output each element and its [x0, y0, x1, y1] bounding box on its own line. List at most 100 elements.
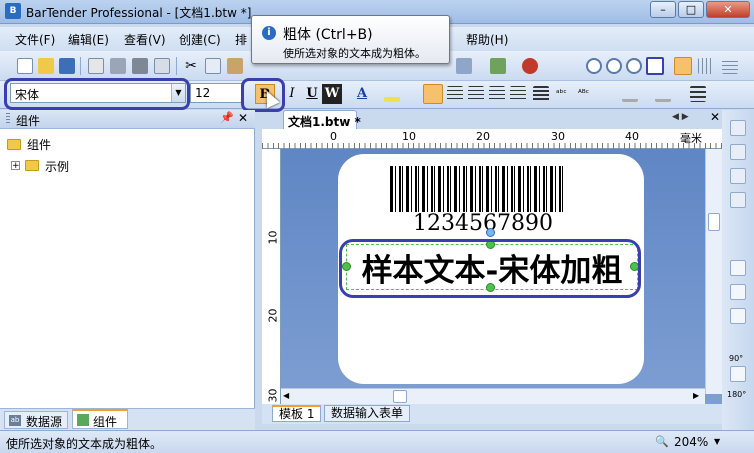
pin-icon[interactable]: 📌: [220, 111, 234, 124]
text-format-icon[interactable]: [533, 86, 549, 102]
align-left-active-icon[interactable]: [423, 84, 443, 104]
document-close-icon[interactable]: ✕: [710, 110, 720, 124]
line-style-icon[interactable]: [690, 86, 706, 102]
ruler-label: 20: [476, 130, 490, 143]
rotate-handle[interactable]: [486, 228, 495, 237]
tree-root-label[interactable]: 组件: [27, 136, 51, 153]
bring-front-icon[interactable]: [730, 260, 746, 276]
abc-case-icon[interactable]: ᵃᵇᶜ: [556, 86, 572, 102]
save-icon[interactable]: [59, 58, 75, 74]
snap-grid-icon[interactable]: [698, 58, 714, 74]
horizontal-ruler: 0 10 20 30 40 毫米: [262, 129, 722, 149]
fit-page-icon[interactable]: [646, 57, 664, 75]
align-centers-icon[interactable]: [730, 144, 746, 160]
tab-data-entry-form[interactable]: 数据输入表单: [324, 405, 411, 422]
scroll-right-icon[interactable]: ▶: [693, 391, 699, 400]
maximize-button[interactable]: □: [678, 1, 704, 18]
align-left-edges-icon[interactable]: [730, 120, 746, 136]
fill-color-icon[interactable]: [655, 86, 671, 102]
document-tab[interactable]: 文档1.btw *: [283, 110, 361, 129]
ruler-label: 0: [330, 130, 337, 143]
zoom-icon[interactable]: 🔍: [655, 435, 669, 448]
zoom-dropdown-icon[interactable]: ▼: [714, 437, 720, 446]
menu-arrange[interactable]: 排: [235, 31, 247, 48]
copy-icon[interactable]: [205, 58, 221, 74]
ruler-grid-icon[interactable]: [722, 58, 738, 74]
cut-icon[interactable]: ✂: [183, 58, 199, 74]
menu-view[interactable]: 查看(V): [124, 31, 166, 48]
show-grid-icon[interactable]: [674, 57, 692, 75]
align-center-icon[interactable]: [468, 86, 484, 102]
open-folder-icon[interactable]: [38, 58, 54, 74]
menu-create[interactable]: 创建(C): [179, 31, 221, 48]
align-right-edges-icon[interactable]: [730, 168, 746, 184]
paste-icon[interactable]: [227, 58, 243, 74]
panel-close-icon[interactable]: ✕: [238, 111, 248, 125]
rfid-icon[interactable]: [522, 58, 538, 74]
wordart-button[interactable]: W: [322, 84, 342, 104]
ruler-unit: 毫米: [680, 132, 702, 145]
send-back-icon[interactable]: [730, 284, 746, 300]
hscroll-thumb[interactable]: [393, 390, 407, 403]
document-bottom-tabs: 模板 1 数据输入表单: [262, 404, 722, 424]
underline-button[interactable]: U: [302, 84, 322, 104]
font-color-button[interactable]: A: [352, 84, 372, 104]
component-panel: 组件 📌 ✕ 组件 + 示例 ab 数据源 组件: [0, 110, 255, 430]
tab-components[interactable]: 组件: [72, 409, 128, 429]
rotate-90-icon[interactable]: [730, 366, 746, 382]
new-document-icon[interactable]: [17, 58, 33, 74]
ruler-label: 10: [402, 130, 416, 143]
zoom-out-icon[interactable]: [606, 58, 622, 74]
right-toolbar: 90° 180°: [722, 110, 754, 430]
align-right-icon[interactable]: [489, 86, 505, 102]
italic-button[interactable]: I: [282, 84, 302, 104]
menu-help[interactable]: 帮助(H): [466, 31, 508, 48]
datasource-icon: ab: [9, 415, 21, 426]
font-name-highlight: [4, 78, 190, 110]
barcode[interactable]: [390, 166, 564, 212]
font-size-select[interactable]: 12: [190, 83, 244, 103]
print-preview-icon[interactable]: [154, 58, 170, 74]
abc-direction-icon[interactable]: ᴬᴮᶜ: [578, 86, 594, 102]
highlight-color-icon[interactable]: [384, 86, 400, 102]
rotate-180-label[interactable]: 180°: [727, 390, 746, 399]
expand-icon[interactable]: +: [11, 161, 20, 171]
vscroll-thumb[interactable]: [708, 213, 720, 231]
print-icon[interactable]: [132, 58, 148, 74]
line-color-icon[interactable]: [622, 86, 638, 102]
menu-file[interactable]: 文件(F): [15, 31, 55, 48]
zoom-level[interactable]: 204%: [674, 435, 708, 449]
tooltip-title: 粗体 (Ctrl+B): [283, 27, 373, 43]
tooltip-description: 使所选对象的文本成为粗体。: [283, 47, 426, 60]
vertical-scrollbar[interactable]: [705, 149, 722, 394]
justify-icon[interactable]: [510, 86, 526, 102]
close-button[interactable]: ✕: [706, 1, 750, 18]
rotate-90-label[interactable]: 90°: [729, 354, 743, 363]
barcode-human-readable: 1234567890: [413, 211, 553, 236]
align-top-edges-icon[interactable]: [730, 192, 746, 208]
info-icon: i: [262, 26, 276, 40]
tree-child-label[interactable]: 示例: [45, 158, 69, 175]
tab-components-label: 组件: [93, 415, 118, 429]
status-bar: 使所选对象的文本成为粗体。 🔍 204% ▼: [0, 430, 754, 453]
grip-icon[interactable]: [6, 113, 10, 125]
tab-template-1[interactable]: 模板 1: [272, 405, 322, 422]
tab-datasource[interactable]: ab 数据源: [4, 411, 68, 429]
tools-icon[interactable]: [490, 58, 506, 74]
minimize-button[interactable]: –: [650, 1, 676, 18]
align-left-icon[interactable]: [447, 86, 463, 102]
horizontal-scrollbar[interactable]: ◀ ▶: [281, 388, 705, 404]
folder-open-icon: [7, 139, 21, 150]
group-icon[interactable]: [730, 308, 746, 324]
ruler-label: 10: [266, 230, 280, 245]
tab-nav-arrows-icon[interactable]: ◀ ▶: [672, 112, 689, 122]
menu-edit[interactable]: 编辑(E): [68, 31, 109, 48]
database-icon[interactable]: [110, 58, 126, 74]
zoom-window-icon[interactable]: [626, 58, 642, 74]
status-text: 使所选对象的文本成为粗体。: [6, 437, 163, 451]
scroll-left-icon[interactable]: ◀: [283, 391, 289, 400]
align-objects-icon[interactable]: [456, 58, 472, 74]
panel-tabs: ab 数据源 组件: [0, 408, 255, 430]
zoom-in-icon[interactable]: [586, 58, 602, 74]
page-setup-icon[interactable]: [88, 58, 104, 74]
